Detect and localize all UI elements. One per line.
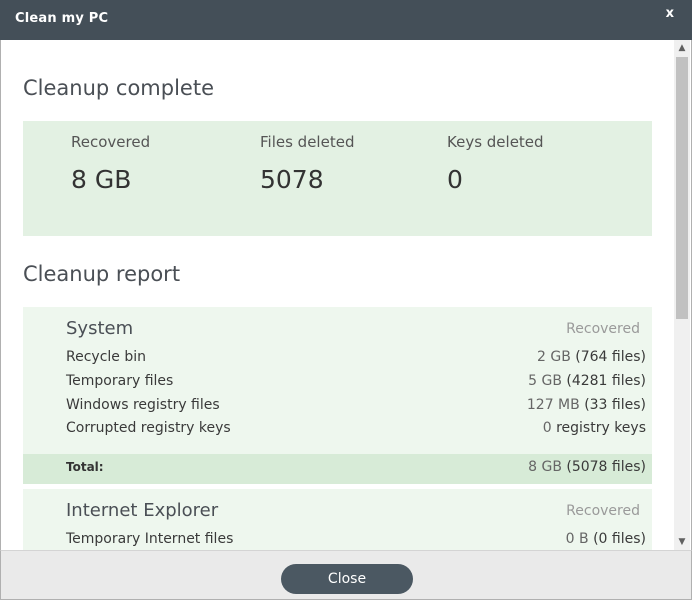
stat-recovered: Recovered 8 GB: [71, 133, 150, 194]
section-title: System: [66, 318, 134, 339]
row-detail: registry keys: [556, 420, 646, 436]
row-size: 5 GB: [528, 373, 562, 389]
report-row: Temporary files 5 GB (4281 files): [66, 373, 646, 393]
report-row: Corrupted registry keys 0 registry keys: [66, 420, 646, 440]
vertical-scrollbar[interactable]: ▲ ▼: [674, 40, 690, 550]
row-size: 127 MB: [526, 397, 580, 413]
total-row: Total: 8 GB (5078 files): [23, 454, 652, 484]
stat-label: Keys deleted: [447, 133, 544, 151]
stat-label: Recovered: [71, 133, 151, 151]
summary-heading: Cleanup complete: [23, 76, 214, 100]
total-label: Total:: [66, 460, 104, 474]
scroll-down-icon[interactable]: ▼: [674, 534, 690, 550]
row-label: Corrupted registry keys: [66, 420, 231, 436]
total-value: 8 GB (5078 files): [528, 459, 646, 475]
stat-value: 8 GB: [71, 165, 132, 194]
row-label: Windows registry files: [66, 397, 220, 413]
section-title: Internet Explorer: [66, 500, 219, 521]
summary-panel: Recovered 8 GB Files deleted 5078 Keys d…: [23, 121, 652, 236]
scroll-up-icon[interactable]: ▲: [674, 40, 690, 56]
row-detail: (33 files): [584, 397, 646, 413]
row-detail: (764 files): [575, 349, 646, 365]
footer-bar: Close: [0, 550, 692, 600]
stat-keys-deleted: Keys deleted 0: [447, 133, 544, 194]
stat-value: 5078: [260, 165, 324, 194]
report-section-system: System Recovered Recycle bin 2 GB (764 f…: [23, 307, 652, 484]
window-title: Clean my PC: [15, 11, 109, 26]
row-size: 2 GB: [537, 349, 571, 365]
report-row: Temporary Internet files 0 B (0 files): [66, 531, 646, 550]
close-button[interactable]: Close: [281, 564, 413, 594]
section-recovered-header: Recovered: [566, 503, 640, 519]
row-detail: (0 files): [593, 531, 646, 547]
total-size: 8 GB: [528, 459, 562, 475]
stat-label: Files deleted: [260, 133, 355, 151]
row-value: 0 B (0 files): [566, 531, 646, 547]
row-size: 0: [542, 420, 552, 436]
row-value: 2 GB (764 files): [537, 349, 646, 365]
row-size: 0 B: [565, 531, 589, 547]
report-row: Windows registry files 127 MB (33 files): [66, 397, 646, 417]
report-row: Recycle bin 2 GB (764 files): [66, 349, 646, 369]
scroll-thumb[interactable]: [676, 57, 688, 319]
total-detail: (5078 files): [566, 459, 646, 475]
report-section-internet-explorer: Internet Explorer Recovered Temporary In…: [23, 489, 652, 550]
content-area[interactable]: Cleanup complete Recovered 8 GB Files de…: [1, 40, 674, 550]
row-label: Temporary files: [66, 373, 174, 389]
close-icon[interactable]: x: [666, 6, 674, 21]
row-value: 0 registry keys: [543, 420, 646, 436]
stat-files-deleted: Files deleted 5078: [260, 133, 354, 194]
row-detail: (4281 files): [566, 373, 646, 389]
stat-value: 0: [447, 165, 463, 194]
row-label: Temporary Internet files: [66, 531, 234, 547]
row-value: 127 MB (33 files): [527, 397, 646, 413]
row-value: 5 GB (4281 files): [528, 373, 646, 389]
report-heading: Cleanup report: [23, 262, 181, 286]
title-bar: Clean my PC x: [0, 0, 692, 40]
row-label: Recycle bin: [66, 349, 146, 365]
section-recovered-header: Recovered: [566, 321, 640, 337]
